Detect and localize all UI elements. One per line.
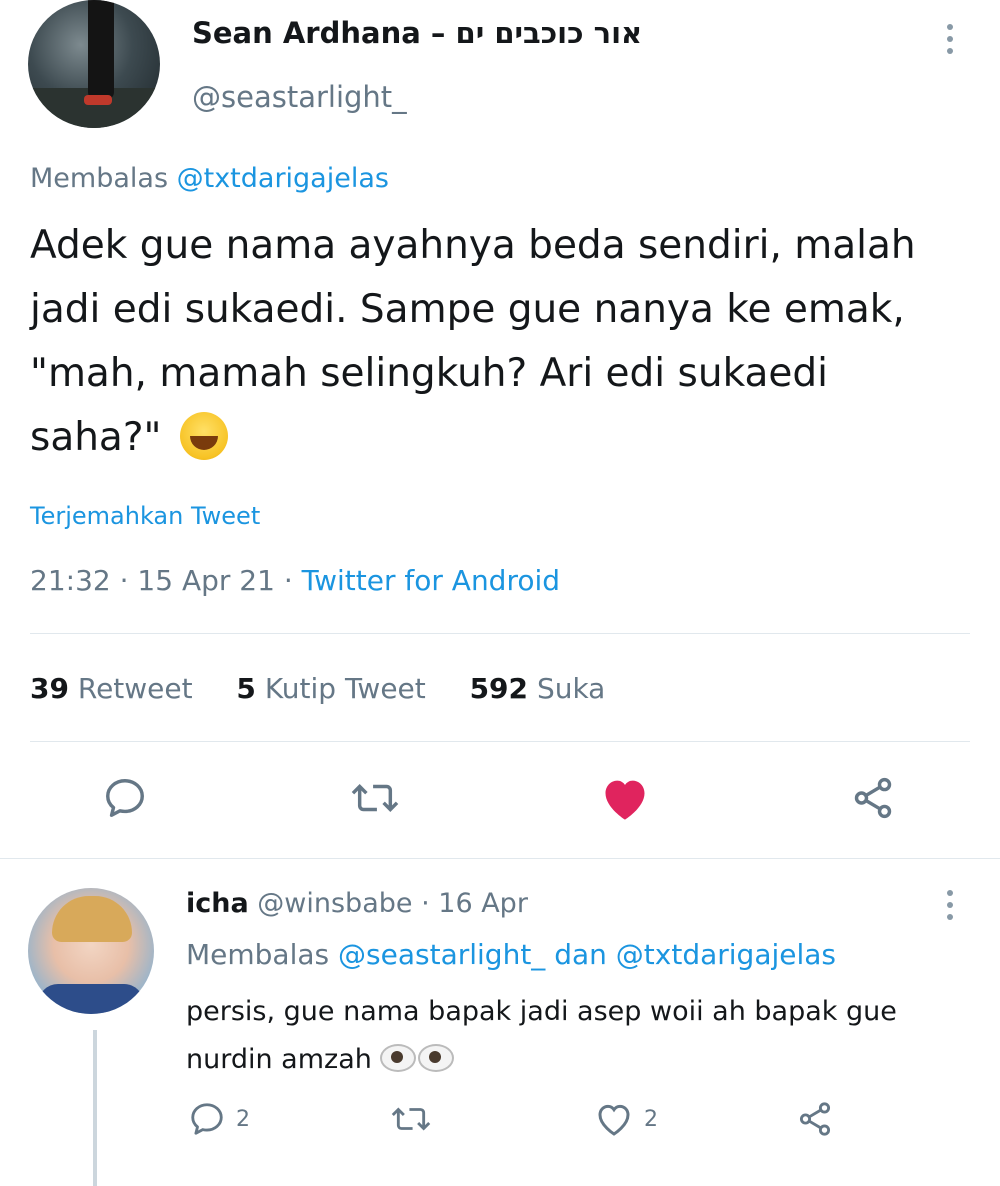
- quote-stat[interactable]: 5 Kutip Tweet: [236, 672, 425, 705]
- reply-share-button[interactable]: [796, 1100, 834, 1138]
- retweet-button[interactable]: [345, 768, 405, 828]
- reply-author-name[interactable]: icha: [186, 888, 249, 919]
- reply-icon: [191, 1103, 223, 1135]
- meta-separator: ·: [283, 564, 302, 597]
- tweet-source[interactable]: Twitter for Android: [302, 564, 560, 597]
- heart-outline-icon: [598, 1104, 630, 1136]
- reply-retweet-button[interactable]: [390, 1100, 432, 1138]
- author-handle[interactable]: @seastarlight_: [192, 80, 407, 114]
- retweet-stat[interactable]: 39 Retweet: [30, 672, 193, 705]
- tweet-time: 21:32: [30, 564, 111, 597]
- replying-prefix: Membalas: [186, 938, 330, 971]
- share-button[interactable]: [843, 768, 903, 828]
- reply-author-handle[interactable]: @winsbabe: [257, 888, 412, 919]
- divider: [30, 633, 970, 634]
- tweet-meta: 21:32 · 15 Apr 21 · Twitter for Android: [30, 564, 560, 597]
- thread-line: [93, 1030, 97, 1186]
- reply-like-button[interactable]: 2: [594, 1100, 658, 1138]
- reply-reply-button[interactable]: 2: [188, 1100, 250, 1138]
- laughing-emoji-icon: [179, 412, 228, 460]
- reply-body: persis, gue nama bapak jadi asep woii ah…: [186, 996, 897, 1075]
- reply-icon: [106, 779, 144, 817]
- eyes-emoji-icon: [380, 1044, 417, 1072]
- tweet-stats: 39 Retweet 5 Kutip Tweet 592 Suka: [30, 672, 605, 705]
- meta-separator: ·: [421, 888, 439, 919]
- reply-replying-to: Membalas @seastarlight_ dan @txtdarigaje…: [186, 938, 836, 971]
- tweet-date: 15 Apr 21: [137, 564, 275, 597]
- reply-more-options-icon[interactable]: [947, 890, 955, 920]
- retweet-icon: [351, 784, 399, 812]
- reply-button[interactable]: [95, 768, 155, 828]
- meta-separator: ·: [119, 564, 138, 597]
- divider: [30, 741, 970, 742]
- translate-tweet-link[interactable]: Terjemahkan Tweet: [30, 502, 260, 530]
- reply-date: 16 Apr: [438, 888, 528, 919]
- replying-to-link-2[interactable]: @txtdarigajelas: [616, 938, 836, 971]
- like-count: 2: [644, 1106, 658, 1132]
- tweet-body: Adek gue nama ayahnya beda sendiri, mala…: [30, 223, 916, 460]
- author-name[interactable]: Sean Ardhana – אור כוכבים ים: [192, 16, 642, 50]
- replying-to-link-1[interactable]: @seastarlight_: [338, 938, 545, 971]
- like-stat[interactable]: 592 Suka: [470, 672, 606, 705]
- replying-to: Membalas @txtdarigajelas: [30, 163, 389, 194]
- retweet-icon: [391, 1107, 431, 1131]
- author-avatar[interactable]: [28, 0, 160, 128]
- reply-header: icha @winsbabe · 16 Apr: [186, 888, 528, 919]
- replying-joiner: dan: [554, 938, 607, 971]
- more-options-icon[interactable]: [947, 24, 955, 54]
- replying-to-link[interactable]: @txtdarigajelas: [177, 163, 389, 194]
- share-icon: [854, 777, 892, 819]
- reply-author-avatar[interactable]: [28, 888, 154, 1014]
- replying-prefix: Membalas: [30, 163, 169, 194]
- divider: [0, 858, 1000, 859]
- heart-filled-icon: [605, 780, 645, 820]
- eyes-emoji-icon: [418, 1044, 455, 1072]
- tweet-text: Adek gue nama ayahnya beda sendiri, mala…: [30, 214, 970, 470]
- share-icon: [799, 1102, 831, 1136]
- reply-count: 2: [236, 1106, 250, 1132]
- like-button[interactable]: [595, 768, 655, 828]
- reply-text: persis, gue nama bapak jadi asep woii ah…: [186, 988, 946, 1084]
